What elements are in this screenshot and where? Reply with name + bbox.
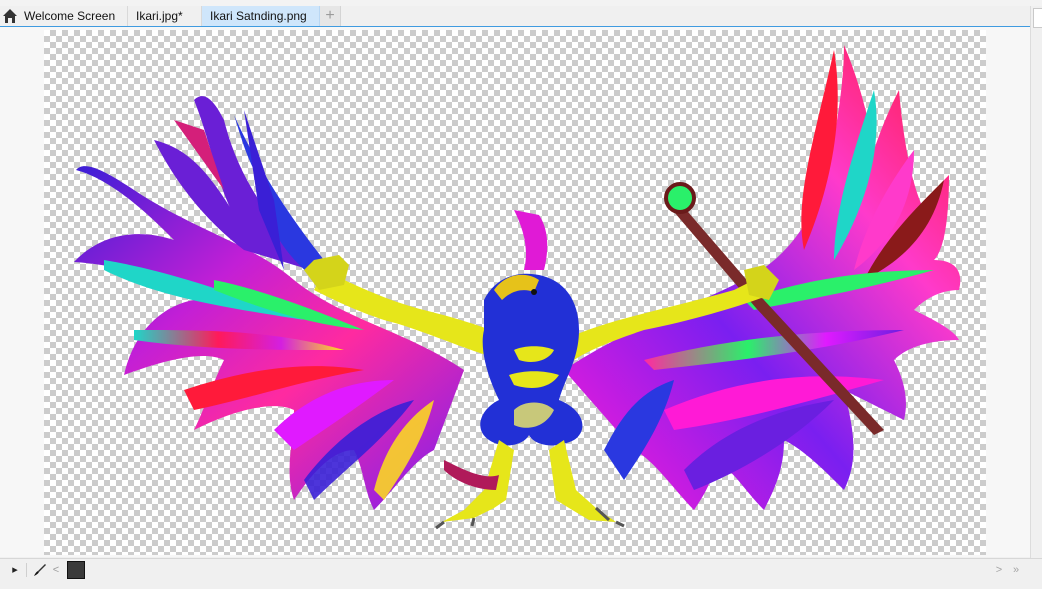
tab-label: Welcome Screen (24, 9, 116, 23)
bottom-toolbar: ▸ < > » (0, 558, 1042, 580)
tab-label: Ikari.jpg* (136, 9, 183, 23)
home-icon (2, 8, 18, 24)
status-strip (0, 580, 1042, 589)
plus-icon: + (325, 7, 335, 24)
scroll-left-button[interactable]: < (49, 559, 63, 580)
brush-tool-button[interactable] (31, 559, 49, 580)
scroll-end-button[interactable]: » (1008, 559, 1024, 580)
double-chevron-right-icon: » (1012, 563, 1020, 576)
play-icon: ▸ (12, 564, 18, 576)
document-tab-bar: Welcome Screen Ikari.jpg* Ikari Satnding… (0, 6, 1030, 26)
brush-icon (34, 563, 46, 576)
ikari-bird-artwork (74, 45, 961, 530)
image-canvas[interactable] (44, 30, 986, 555)
scroll-right-button[interactable]: > (992, 559, 1006, 580)
tab-ikari-satnding-png[interactable]: Ikari Satnding.png (202, 6, 320, 26)
canvas-viewport[interactable] (0, 27, 1030, 557)
image-editor-window: Welcome Screen Ikari.jpg* Ikari Satnding… (0, 0, 1042, 589)
bird-body (480, 210, 583, 446)
chevron-left-icon: < (52, 563, 60, 576)
chevron-right-icon: > (995, 563, 1003, 576)
tab-label: Ikari Satnding.png (210, 9, 307, 23)
play-button[interactable]: ▸ (8, 559, 22, 580)
tab-ikari-jpg[interactable]: Ikari.jpg* (128, 6, 202, 26)
color-swatch[interactable] (67, 560, 85, 579)
vertical-scrollbar[interactable] (1030, 6, 1042, 558)
left-wing (74, 96, 464, 510)
bird-legs (435, 440, 625, 530)
tab-welcome-screen[interactable]: Welcome Screen (0, 6, 128, 26)
toolbar-divider (26, 562, 27, 577)
scrollbar-thumb[interactable] (1033, 8, 1042, 28)
add-tab-button[interactable]: + (320, 6, 341, 26)
